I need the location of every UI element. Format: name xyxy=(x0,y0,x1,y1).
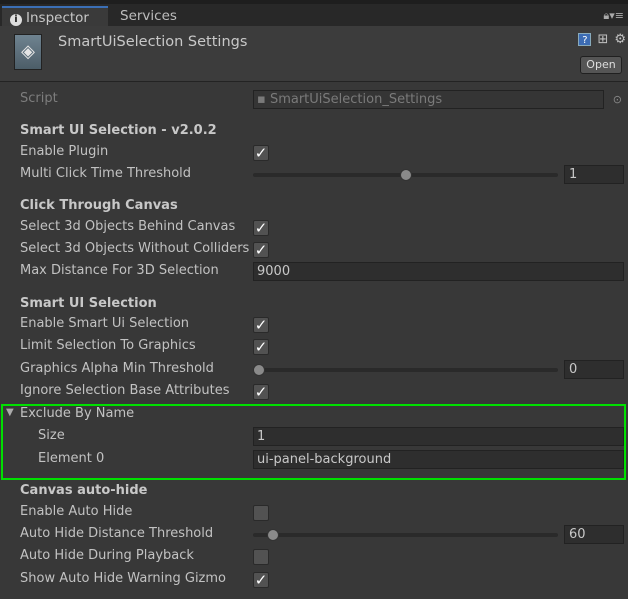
element-0-input[interactable]: ui-panel-background xyxy=(253,450,624,469)
section-heading: Canvas auto-hide xyxy=(20,483,148,498)
foldout-arrow-icon[interactable]: ▼ xyxy=(6,407,14,418)
without-colliders-checkbox[interactable]: ✓ xyxy=(253,242,269,258)
alpha-slider[interactable] xyxy=(253,364,558,376)
max-distance-input[interactable]: 9000 xyxy=(253,262,624,281)
label: Exclude By Name xyxy=(20,406,135,421)
section-heading: Smart UI Selection - v2.0.2 xyxy=(20,123,217,138)
script-field[interactable]: ▪ SmartUiSelection_Settings xyxy=(253,90,604,109)
enable-plugin-row: Enable Plugin ✓ xyxy=(0,143,628,163)
distance-slider[interactable] xyxy=(253,529,558,541)
size-input[interactable]: 1 xyxy=(253,427,624,446)
tab-inspector[interactable]: i Inspector xyxy=(2,6,108,28)
label: Enable Auto Hide xyxy=(20,504,133,519)
help-icon[interactable]: ? xyxy=(578,33,592,46)
unity-logo-icon: ◈ xyxy=(14,34,42,70)
slider-knob[interactable] xyxy=(266,529,279,541)
label: Select 3d Objects Without Colliders xyxy=(20,241,250,256)
playback-checkbox[interactable] xyxy=(253,549,269,565)
tab-label: Inspector xyxy=(26,10,89,26)
page-title: SmartUiSelection Settings xyxy=(58,34,248,50)
label: Show Auto Hide Warning Gizmo xyxy=(20,571,227,586)
behind-canvas-checkbox[interactable]: ✓ xyxy=(253,220,269,236)
section-heading: Click Through Canvas xyxy=(20,198,178,213)
gear-icon[interactable]: ⚙ xyxy=(614,32,626,47)
limit-graphics-checkbox[interactable]: ✓ xyxy=(253,339,269,355)
object-picker-icon[interactable]: ⊙ xyxy=(613,93,622,106)
label: Select 3d Objects Behind Canvas xyxy=(20,219,236,234)
label: Auto Hide During Playback xyxy=(20,548,194,563)
ignore-attributes-checkbox[interactable]: ✓ xyxy=(253,384,269,400)
enable-auto-hide-checkbox[interactable] xyxy=(253,505,269,521)
script-value: SmartUiSelection_Settings xyxy=(269,92,443,107)
label: Max Distance For 3D Selection xyxy=(20,263,219,278)
label: Limit Selection To Graphics xyxy=(20,338,196,353)
distance-input[interactable]: 60 xyxy=(564,525,624,544)
tab-services[interactable]: Services xyxy=(112,6,185,28)
menu-icon[interactable]: ▾≡ xyxy=(609,9,624,22)
section-heading: Smart UI Selection xyxy=(20,296,157,311)
label: Ignore Selection Base Attributes xyxy=(20,383,230,398)
label: Auto Hide Distance Threshold xyxy=(20,526,214,541)
label: Multi Click Time Threshold xyxy=(20,166,192,181)
info-icon: i xyxy=(10,14,22,26)
preset-icon[interactable]: ⊞ xyxy=(597,32,608,47)
label: Size xyxy=(38,428,65,443)
open-button[interactable]: Open xyxy=(580,56,622,74)
script-label: Script xyxy=(20,91,58,106)
inspector-header: ◈ SmartUiSelection Settings ? ⊞ ⚙ Open xyxy=(0,26,628,82)
warning-gizmo-checkbox[interactable]: ✓ xyxy=(253,572,269,588)
multi-click-input[interactable]: 1 xyxy=(564,165,624,184)
enable-plugin-checkbox[interactable]: ✓ xyxy=(253,145,269,161)
lock-menu[interactable]: 🔒︎▾≡ xyxy=(603,9,624,23)
label: Element 0 xyxy=(38,451,105,466)
tab-bar: i Inspector Services 🔒︎▾≡ xyxy=(0,0,628,28)
enable-smart-checkbox[interactable]: ✓ xyxy=(253,317,269,333)
label: Enable Smart Ui Selection xyxy=(20,316,190,331)
label: Graphics Alpha Min Threshold xyxy=(20,361,214,376)
script-row: Script ▪ SmartUiSelection_Settings ⊙ xyxy=(0,90,628,110)
slider-knob[interactable] xyxy=(253,364,266,376)
exclude-foldout[interactable]: ▼ Exclude By Name xyxy=(0,405,628,425)
alpha-input[interactable]: 0 xyxy=(564,360,624,379)
label: Enable Plugin xyxy=(20,144,109,159)
multi-click-row: Multi Click Time Threshold 1 xyxy=(0,165,628,185)
slider-knob[interactable] xyxy=(399,169,412,181)
multi-click-slider[interactable] xyxy=(253,169,558,181)
